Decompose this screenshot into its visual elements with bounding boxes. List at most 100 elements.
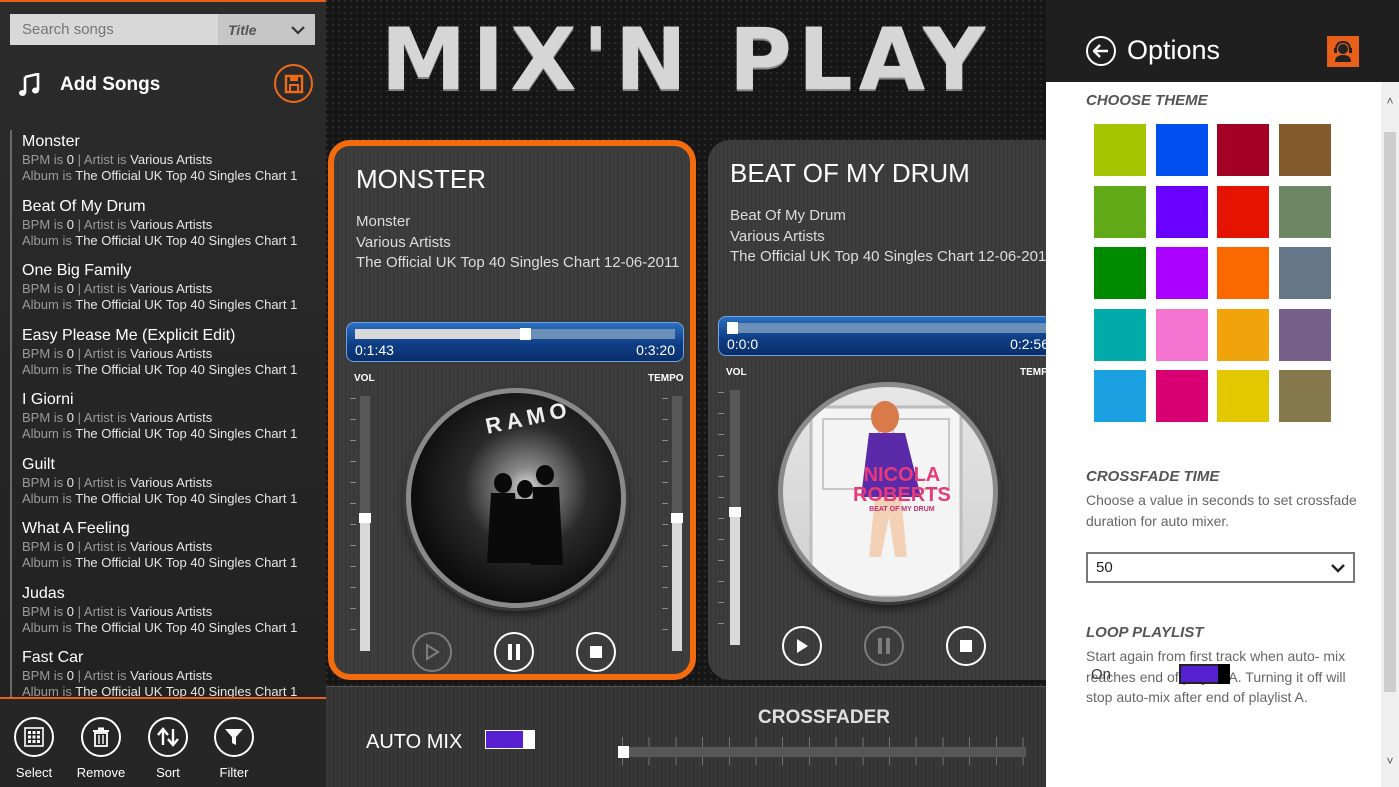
deck-b-pause-button[interactable] — [864, 626, 904, 666]
theme-swatch[interactable] — [1094, 370, 1146, 422]
theme-swatch[interactable] — [1155, 124, 1208, 176]
deck-a[interactable]: MONSTER Monster Various Artists The Offi… — [328, 140, 696, 680]
deck-b-volume-slider[interactable] — [729, 390, 741, 645]
theme-swatch[interactable] — [1278, 370, 1331, 422]
search-input[interactable] — [10, 14, 218, 45]
song-bpm-artist: BPM is 0 | Artist is Various Artists — [22, 604, 326, 620]
deck-a-tempo-knob[interactable] — [671, 513, 683, 523]
deck-b-volume-knob[interactable] — [729, 507, 741, 517]
artist-value: Various Artists — [130, 281, 213, 296]
crossfader-knob[interactable] — [618, 746, 629, 758]
theme-swatch[interactable] — [1217, 370, 1269, 422]
theme-swatch[interactable] — [1278, 247, 1331, 299]
save-playlist-button[interactable] — [274, 64, 313, 103]
artist-value: Various Artists — [130, 345, 213, 361]
theme-swatch[interactable] — [1094, 124, 1146, 176]
song-list-item[interactable]: Monster BPM is 0 | Artist is Various Arti… — [10, 130, 326, 195]
deck-b-stop-button[interactable] — [946, 626, 986, 666]
album-value: The Official UK Top 40 Singles Chart 1 — [75, 619, 298, 635]
song-list-item[interactable]: I Giorni BPM is 0 | Artist is Various Art… — [10, 388, 326, 453]
deck-a-vol-label: VOL — [354, 373, 375, 384]
deck-b-album: The Official UK Top 40 Singles Chart 12-… — [730, 248, 1054, 265]
deck-a-progress[interactable]: 0:1:43 0:3:20 — [346, 322, 684, 362]
deck-b-progress[interactable]: 0:0:0 0:2:56 — [718, 316, 1058, 356]
scrollbar-thumb[interactable] — [1384, 132, 1396, 692]
theme-swatch[interactable] — [1094, 308, 1146, 361]
crossfader-track[interactable] — [622, 747, 1026, 757]
add-songs-button[interactable]: Add Songs — [18, 68, 160, 102]
song-list-item[interactable]: Easy Please Me (Explicit Edit) BPM is 0 |… — [10, 323, 326, 388]
artist-label: | Artist is — [77, 410, 127, 425]
song-list-item[interactable]: Guilt BPM is 0 | Artist is Various Artist… — [10, 452, 326, 517]
song-list-item[interactable]: Fast Car BPM is 0 | Artist is Various Art… — [10, 646, 326, 697]
bpm-value: 0 — [66, 152, 75, 167]
theme-swatch[interactable] — [1155, 370, 1208, 422]
theme-swatch[interactable] — [1278, 124, 1331, 176]
select-button[interactable]: Select — [4, 717, 64, 780]
deck-a-play-button[interactable] — [412, 632, 452, 672]
theme-swatch[interactable] — [1094, 185, 1146, 238]
play-icon — [797, 639, 808, 653]
bpm-value: 0 — [66, 345, 75, 361]
sort-button[interactable]: Sort — [138, 717, 198, 780]
auto-mix-toggle[interactable] — [485, 730, 535, 749]
deck-b-play-button[interactable] — [782, 626, 822, 666]
bpm-value: 0 — [66, 474, 75, 490]
song-list-item[interactable]: Beat Of My Drum BPM is 0 | Artist is Vari… — [10, 194, 326, 259]
song-sidebar: Title Add Songs Monster BPM is 0 | Artist… — [0, 0, 326, 787]
song-title: Fast Car — [22, 649, 84, 666]
song-title: What A Feeling — [22, 520, 130, 537]
back-button[interactable] — [1086, 36, 1116, 66]
theme-swatches — [1094, 124, 1331, 422]
song-bpm-artist: BPM is 0 | Artist is Various Artists — [22, 410, 326, 426]
remove-button[interactable]: Remove — [71, 717, 131, 780]
theme-swatch[interactable] — [1155, 308, 1208, 361]
deck-b-album-art[interactable]: NICOLA ROBERTS BEAT OF MY DRUM — [778, 382, 998, 602]
theme-swatch[interactable] — [1217, 124, 1269, 176]
deck-b-seek-knob[interactable] — [727, 322, 738, 334]
play-icon — [426, 643, 440, 661]
deck-a-tempo-slider[interactable] — [671, 396, 683, 651]
deck-b-seek-track[interactable] — [727, 322, 1049, 334]
song-list-item[interactable]: What A Feeling BPM is 0 | Artist is Vario… — [10, 517, 326, 582]
deck-a-pause-button[interactable] — [494, 632, 534, 672]
scroll-down-icon[interactable]: ˅ — [1384, 754, 1396, 768]
loop-playlist-toggle[interactable] — [1179, 664, 1230, 684]
artist-label: | Artist is — [77, 216, 127, 232]
album-value: The Official UK Top 40 Singles Chart 1 — [75, 490, 298, 506]
theme-swatch[interactable] — [1155, 185, 1208, 238]
search-field-dropdown[interactable]: Title — [218, 14, 315, 45]
song-list-item[interactable]: One Big Family BPM is 0 | Artist is Vario… — [10, 259, 326, 324]
stop-icon — [960, 640, 972, 652]
add-songs-label: Add Songs — [60, 74, 161, 95]
theme-swatch[interactable] — [1155, 247, 1208, 299]
avatar[interactable] — [1327, 36, 1359, 67]
deck-b[interactable]: BEAT OF MY DRUM Beat Of My Drum Various … — [708, 140, 1068, 680]
bpm-label: BPM is — [22, 345, 64, 361]
album-label: Album is — [22, 555, 72, 570]
filter-button[interactable]: Filter — [204, 717, 264, 780]
mixer-area: MIX'N PLAY MONSTER Monster Various Artis… — [326, 0, 1068, 787]
theme-swatch[interactable] — [1217, 308, 1269, 361]
theme-swatch[interactable] — [1217, 185, 1269, 238]
artist-label: | Artist is — [77, 281, 127, 296]
theme-swatch[interactable] — [1278, 185, 1331, 238]
crossfade-select[interactable]: 50 — [1086, 552, 1355, 583]
deck-a-seek-knob[interactable] — [520, 328, 531, 340]
crossfader-bar: AUTO MIX CROSSFADER — [326, 686, 1046, 787]
deck-a-volume-knob[interactable] — [359, 513, 371, 523]
pause-icon — [508, 644, 520, 660]
deck-b-art-line2: ROBERTS — [853, 484, 951, 506]
scroll-up-icon[interactable]: ˄ — [1384, 94, 1396, 108]
crossfader-label: CROSSFADER — [758, 707, 890, 728]
deck-a-stop-button[interactable] — [576, 632, 616, 672]
theme-swatch[interactable] — [1094, 247, 1146, 299]
deck-a-seek-track[interactable] — [355, 328, 675, 340]
options-scrollbar[interactable]: ˄ ˅ — [1381, 82, 1399, 787]
deck-a-volume-slider[interactable] — [359, 396, 371, 651]
theme-swatch[interactable] — [1217, 247, 1269, 299]
album-value: The Official UK Top 40 Singles Chart 1 — [75, 684, 298, 697]
deck-a-album-art[interactable]: RAMO — [406, 388, 626, 608]
song-list-item[interactable]: Judas BPM is 0 | Artist is Various Artist… — [10, 581, 326, 646]
theme-swatch[interactable] — [1278, 308, 1331, 361]
